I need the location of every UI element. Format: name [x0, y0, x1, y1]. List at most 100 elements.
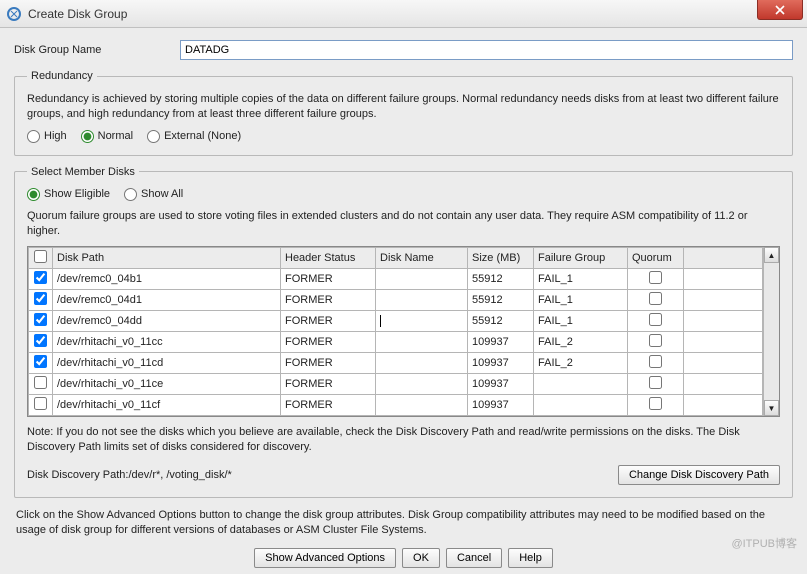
- cell-path: /dev/rhitachi_v0_11cc: [53, 332, 281, 353]
- disk-table-wrap: Disk Path Header Status Disk Name Size (…: [27, 246, 780, 417]
- cell-quorum[interactable]: [628, 332, 684, 353]
- cell-blank: [684, 374, 763, 395]
- discovery-note: Note: If you do not see the disks which …: [27, 425, 780, 455]
- vertical-scrollbar[interactable]: ▲ ▼: [763, 247, 779, 416]
- scroll-up-button[interactable]: ▲: [764, 247, 779, 263]
- close-icon: [775, 5, 785, 15]
- cell-failuregroup[interactable]: FAIL_1: [534, 269, 628, 290]
- scroll-down-button[interactable]: ▼: [764, 400, 779, 416]
- disk-table: Disk Path Header Status Disk Name Size (…: [28, 247, 763, 416]
- table-row[interactable]: /dev/rhitachi_v0_11ccFORMER 109937FAIL_2: [29, 332, 763, 353]
- client-area: Disk Group Name Redundancy Redundancy is…: [0, 28, 807, 574]
- ok-button[interactable]: OK: [402, 548, 440, 568]
- close-button[interactable]: [757, 0, 803, 20]
- cell-diskname[interactable]: [376, 269, 468, 290]
- cell-failuregroup[interactable]: [534, 374, 628, 395]
- cell-quorum[interactable]: [628, 269, 684, 290]
- redundancy-desc: Redundancy is achieved by storing multip…: [27, 92, 780, 122]
- table-header-row: Disk Path Header Status Disk Name Size (…: [29, 248, 763, 269]
- header-checkbox[interactable]: [29, 248, 53, 269]
- row-checkbox[interactable]: [29, 332, 53, 353]
- cell-blank: [684, 353, 763, 374]
- header-diskname[interactable]: Disk Name: [376, 248, 468, 269]
- header-failuregroup[interactable]: Failure Group: [534, 248, 628, 269]
- table-row[interactable]: /dev/remc0_04ddFORMER 55912FAIL_1: [29, 311, 763, 332]
- row-checkbox[interactable]: [29, 374, 53, 395]
- header-status[interactable]: Header Status: [281, 248, 376, 269]
- cell-path: /dev/rhitachi_v0_11cd: [53, 353, 281, 374]
- disk-group-name-input[interactable]: [180, 40, 793, 60]
- cell-diskname[interactable]: [376, 374, 468, 395]
- cell-path: /dev/remc0_04dd: [53, 311, 281, 332]
- cell-status: FORMER: [281, 290, 376, 311]
- discovery-row: Disk Discovery Path:/dev/r*, /voting_dis…: [27, 465, 780, 485]
- row-checkbox[interactable]: [29, 395, 53, 416]
- cell-blank: [684, 332, 763, 353]
- cell-quorum[interactable]: [628, 353, 684, 374]
- cell-blank: [684, 269, 763, 290]
- redundancy-normal[interactable]: Normal: [81, 130, 133, 143]
- cell-quorum[interactable]: [628, 374, 684, 395]
- row-checkbox[interactable]: [29, 290, 53, 311]
- redundancy-legend: Redundancy: [27, 70, 97, 82]
- cell-status: FORMER: [281, 353, 376, 374]
- cell-status: FORMER: [281, 332, 376, 353]
- header-quorum[interactable]: Quorum: [628, 248, 684, 269]
- cell-status: FORMER: [281, 311, 376, 332]
- cell-blank: [684, 395, 763, 416]
- header-path[interactable]: Disk Path: [53, 248, 281, 269]
- bottom-buttons: Show Advanced Options OK Cancel Help: [14, 548, 793, 568]
- cancel-button[interactable]: Cancel: [446, 548, 502, 568]
- change-discovery-path-button[interactable]: Change Disk Discovery Path: [618, 465, 780, 485]
- cell-diskname[interactable]: [376, 290, 468, 311]
- show-eligible[interactable]: Show Eligible: [27, 188, 110, 201]
- cell-diskname[interactable]: [376, 395, 468, 416]
- cell-failuregroup[interactable]: [534, 395, 628, 416]
- app-icon: [6, 6, 22, 22]
- cell-failuregroup[interactable]: FAIL_2: [534, 332, 628, 353]
- cell-status: FORMER: [281, 395, 376, 416]
- show-all[interactable]: Show All: [124, 188, 183, 201]
- cell-path: /dev/rhitachi_v0_11ce: [53, 374, 281, 395]
- cell-size: 55912: [468, 311, 534, 332]
- cell-quorum[interactable]: [628, 290, 684, 311]
- cell-size: 109937: [468, 332, 534, 353]
- table-row[interactable]: /dev/remc0_04d1FORMER 55912FAIL_1: [29, 290, 763, 311]
- discovery-path-label: Disk Discovery Path:/dev/r*, /voting_dis…: [27, 469, 232, 481]
- redundancy-high[interactable]: High: [27, 130, 67, 143]
- cell-diskname[interactable]: [376, 311, 468, 332]
- window-title: Create Disk Group: [28, 7, 127, 21]
- cell-status: FORMER: [281, 269, 376, 290]
- cell-failuregroup[interactable]: FAIL_1: [534, 311, 628, 332]
- cell-failuregroup[interactable]: FAIL_2: [534, 353, 628, 374]
- footer-text: Click on the Show Advanced Options butto…: [16, 508, 791, 538]
- cell-size: 109937: [468, 353, 534, 374]
- select-legend: Select Member Disks: [27, 166, 139, 178]
- help-button[interactable]: Help: [508, 548, 553, 568]
- show-options: Show Eligible Show All: [27, 188, 780, 201]
- titlebar: Create Disk Group: [0, 0, 807, 28]
- cell-failuregroup[interactable]: FAIL_1: [534, 290, 628, 311]
- cell-size: 109937: [468, 395, 534, 416]
- row-checkbox[interactable]: [29, 269, 53, 290]
- cell-status: FORMER: [281, 374, 376, 395]
- cell-path: /dev/remc0_04b1: [53, 269, 281, 290]
- table-row[interactable]: /dev/rhitachi_v0_11cfFORMER 109937: [29, 395, 763, 416]
- cell-diskname[interactable]: [376, 353, 468, 374]
- cell-quorum[interactable]: [628, 311, 684, 332]
- cell-diskname[interactable]: [376, 332, 468, 353]
- table-row[interactable]: /dev/remc0_04b1FORMER55912FAIL_1: [29, 269, 763, 290]
- table-row[interactable]: /dev/rhitachi_v0_11cdFORMER 109937FAIL_2: [29, 353, 763, 374]
- cell-path: /dev/remc0_04d1: [53, 290, 281, 311]
- table-row[interactable]: /dev/rhitachi_v0_11ceFORMER109937: [29, 374, 763, 395]
- header-size[interactable]: Size (MB): [468, 248, 534, 269]
- cell-quorum[interactable]: [628, 395, 684, 416]
- redundancy-external[interactable]: External (None): [147, 130, 241, 143]
- row-checkbox[interactable]: [29, 353, 53, 374]
- row-checkbox[interactable]: [29, 311, 53, 332]
- cell-size: 55912: [468, 290, 534, 311]
- show-advanced-button[interactable]: Show Advanced Options: [254, 548, 396, 568]
- cell-path: /dev/rhitachi_v0_11cf: [53, 395, 281, 416]
- quorum-desc: Quorum failure groups are used to store …: [27, 209, 780, 239]
- select-member-disks-group: Select Member Disks Show Eligible Show A…: [14, 166, 793, 498]
